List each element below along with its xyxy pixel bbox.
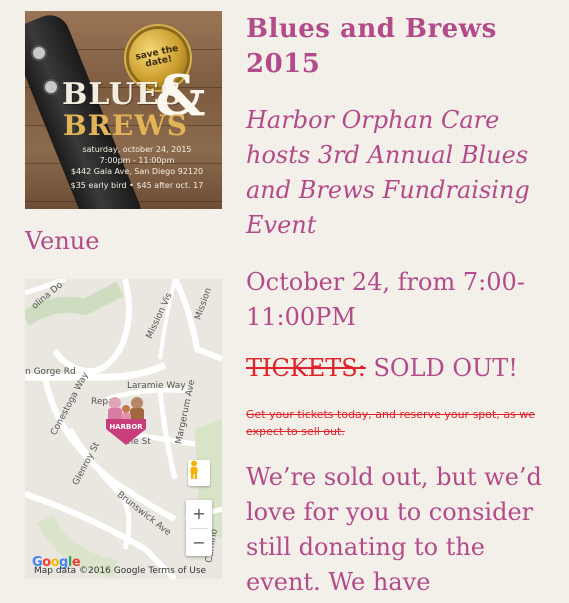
flyer-brews-text: BREWS	[63, 109, 188, 142]
struck-tickets-note: Get your tickets today, and reserve your…	[246, 408, 536, 438]
tickets-status-line: TICKETS: SOLD OUT!	[246, 352, 518, 384]
flyer-date: saturday, october 24, 2015	[82, 145, 192, 154]
tuning-peg-graphic	[45, 81, 57, 93]
zoom-out-button[interactable]: −	[186, 529, 212, 557]
map-zoom-control[interactable]: + −	[186, 500, 212, 556]
map-label-gorge-rd: n Gorge Rd	[25, 367, 76, 377]
marker-label: HARBOR	[109, 423, 143, 431]
event-flyer-image: save the date! BLUES & BREWS saturday, o…	[25, 11, 222, 209]
event-date-time: October 24, from 7:00-11:00PM	[246, 268, 525, 331]
zoom-in-button[interactable]: +	[186, 500, 212, 528]
tickets-label[interactable]: TICKETS:	[246, 354, 366, 382]
donation-paragraph: We’re sold out, but we’d love for you to…	[246, 463, 542, 596]
map-attribution[interactable]: Map data ©2016 Google Terms of Use	[34, 566, 206, 576]
venue-heading: Venue	[25, 227, 100, 255]
tuning-peg-graphic	[33, 47, 45, 59]
flyer-prices: $35 early bird • $45 after oct. 17	[70, 181, 204, 190]
flyer-address: $442 Gala Ave, San Diego 92120	[70, 167, 204, 176]
venue-map[interactable]: olina Do Mission Vis Mission n Gorge Rd …	[25, 279, 222, 579]
harbor-map-marker[interactable]: HARBOR	[101, 389, 151, 447]
sold-out-text: SOLD OUT!	[365, 354, 518, 382]
flyer-time: 7:00pm - 11:00pm	[99, 156, 175, 165]
pegman-icon	[190, 460, 198, 479]
street-view-pegman[interactable]	[188, 460, 210, 486]
event-subtitle: Harbor Orphan Care hosts 3rd Annual Blue…	[246, 106, 530, 239]
event-title: Blues and Brews 2015	[246, 14, 497, 79]
